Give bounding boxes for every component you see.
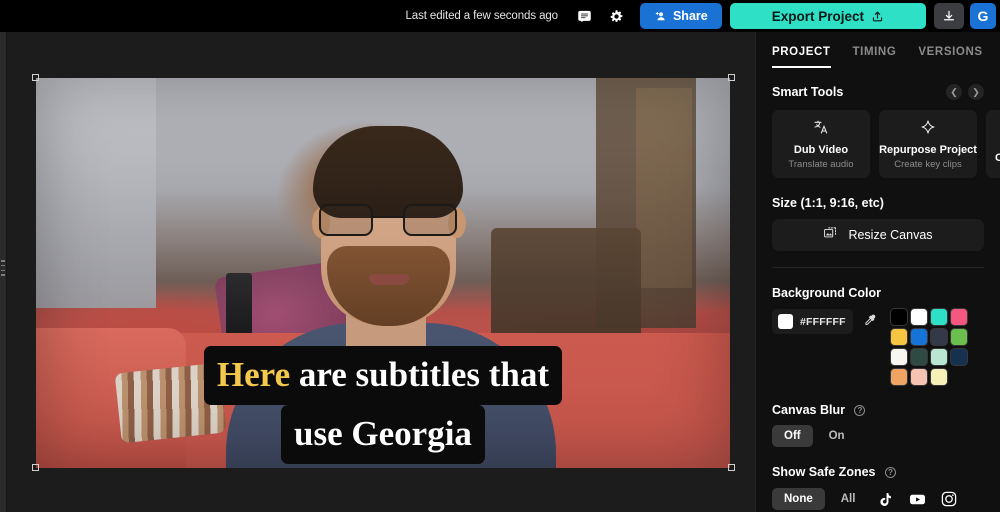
size-section: Size (1:1, 9:16, etc) Resize Canvas xyxy=(756,196,1000,268)
panel-body: Smart Tools ❮ ❯ Dub Video Translate audi… xyxy=(756,68,1000,512)
chevron-right-icon[interactable]: ❯ xyxy=(968,84,984,100)
color-swatch-grid[interactable] xyxy=(891,309,967,385)
color-swatch-12[interactable] xyxy=(891,369,907,385)
subtitle-line-1[interactable]: Here are subtitles that xyxy=(203,346,563,405)
add-person-icon xyxy=(655,11,665,20)
color-swatch-10[interactable] xyxy=(931,349,947,365)
smart-tool-dub-video[interactable]: Dub Video Translate audio xyxy=(772,110,870,178)
download-button[interactable] xyxy=(934,3,964,29)
translate-icon xyxy=(813,119,829,138)
canvas-area[interactable]: Here are subtitles that use Georgia xyxy=(7,32,755,512)
resize-canvas-icon xyxy=(823,226,838,244)
hex-color-value: #FFFFFF xyxy=(800,315,846,328)
color-swatch-4[interactable] xyxy=(891,329,907,345)
safe-zones-none[interactable]: None xyxy=(772,488,825,510)
export-project-button[interactable]: Export Project xyxy=(729,3,926,29)
avatar-initial: G xyxy=(977,8,989,24)
background-color-label: Background Color xyxy=(772,286,882,300)
tab-timing[interactable]: TIMING xyxy=(853,46,897,68)
size-label: Size (1:1, 9:16, etc) xyxy=(772,196,884,210)
safe-zones-section: Show Safe Zones ? None All xyxy=(756,465,1000,511)
color-swatch-1[interactable] xyxy=(911,309,927,325)
resize-canvas-label: Resize Canvas xyxy=(848,228,933,242)
smart-tools-carousel[interactable]: Dub Video Translate audio Repurpose Proj… xyxy=(772,110,1000,178)
subtitle-highlight-word: Here xyxy=(216,355,291,394)
safe-zones-label: Show Safe Zones xyxy=(772,465,876,479)
left-rail xyxy=(0,32,7,512)
color-swatch-13[interactable] xyxy=(911,369,927,385)
gear-icon[interactable] xyxy=(604,3,630,29)
color-swatch-5[interactable] xyxy=(911,329,927,345)
export-label: Export Project xyxy=(771,8,864,24)
color-chip xyxy=(778,314,793,329)
subtitle-overlay[interactable]: Here are subtitles that use Georgia xyxy=(36,346,730,464)
canvas-blur-section: Canvas Blur ? Off On xyxy=(756,403,1000,447)
sparkle-icon xyxy=(920,119,936,138)
canvas-blur-on[interactable]: On xyxy=(817,425,857,447)
smart-tools-nav: ❮ ❯ xyxy=(946,84,984,100)
resize-canvas-button[interactable]: Resize Canvas xyxy=(772,219,984,251)
canvas-blur-off[interactable]: Off xyxy=(772,425,813,447)
editor-app: Last edited a few seconds ago Share Expo… xyxy=(0,0,1000,512)
canvas-handle-bottom-left[interactable] xyxy=(32,464,39,471)
safe-zones-all[interactable]: All xyxy=(829,488,868,510)
color-swatch-3[interactable] xyxy=(951,309,967,325)
download-icon xyxy=(944,10,954,21)
comment-icon[interactable] xyxy=(572,3,598,29)
smart-tools-title: Smart Tools xyxy=(772,85,844,99)
section-divider xyxy=(772,267,984,268)
youtube-icon[interactable] xyxy=(903,487,931,511)
subtitle-line-1-rest: are subtitles that xyxy=(290,355,550,394)
smart-tool-title: Dub Video xyxy=(793,143,849,156)
canvas-handle-top-right[interactable] xyxy=(728,74,735,81)
smart-tool-title: O xyxy=(995,152,1000,164)
smart-tool-partial[interactable]: O xyxy=(986,110,1000,178)
smart-tool-subtitle: Translate audio xyxy=(788,158,854,170)
smart-tool-subtitle: Create key clips xyxy=(894,158,962,170)
help-icon[interactable]: ? xyxy=(884,467,896,478)
tiktok-icon[interactable] xyxy=(871,487,899,511)
color-swatch-0[interactable] xyxy=(891,309,907,325)
canvas-handle-bottom-right[interactable] xyxy=(728,464,735,471)
color-swatch-8[interactable] xyxy=(891,349,907,365)
subtitle-line-2[interactable]: use Georgia xyxy=(281,405,485,464)
color-swatch-14[interactable] xyxy=(931,369,947,385)
panel-tabs: PROJECT TIMING VERSIONS xyxy=(756,32,1000,68)
export-upload-icon xyxy=(872,10,883,21)
video-preview[interactable]: Here are subtitles that use Georgia xyxy=(36,78,730,468)
avatar[interactable]: G xyxy=(970,3,996,29)
canvas-blur-toggle: Off On xyxy=(772,425,984,447)
top-bar: Last edited a few seconds ago Share Expo… xyxy=(0,0,1000,32)
instagram-icon[interactable] xyxy=(935,487,963,511)
hex-color-input[interactable]: #FFFFFF xyxy=(772,309,853,334)
eyedropper-icon[interactable] xyxy=(863,309,877,330)
smart-tool-repurpose-project[interactable]: Repurpose Project Create key clips xyxy=(879,110,977,178)
last-edited-status: Last edited a few seconds ago xyxy=(405,10,559,22)
background-color-section: Background Color #FFFFFF xyxy=(756,286,1000,385)
canvas-handle-top-left[interactable] xyxy=(32,74,39,81)
tab-versions[interactable]: VERSIONS xyxy=(918,46,982,68)
color-swatch-11[interactable] xyxy=(951,349,967,365)
smart-tools-section: Smart Tools ❮ ❯ xyxy=(756,84,1000,100)
share-label: Share xyxy=(672,9,708,23)
color-swatch-6[interactable] xyxy=(931,329,947,345)
panel-resize-handle[interactable] xyxy=(1,260,5,276)
color-swatch-7[interactable] xyxy=(951,329,967,345)
canvas-blur-label: Canvas Blur xyxy=(772,403,845,417)
safe-zones-toggle: None All xyxy=(772,487,984,511)
smart-tool-title: Repurpose Project xyxy=(879,143,977,156)
color-swatch-9[interactable] xyxy=(911,349,927,365)
help-icon[interactable]: ? xyxy=(854,405,866,416)
tab-project[interactable]: PROJECT xyxy=(772,46,831,68)
chevron-left-icon[interactable]: ❮ xyxy=(946,84,962,100)
share-button[interactable]: Share xyxy=(639,3,722,29)
right-panel: PROJECT TIMING VERSIONS Smart Tools ❮ ❯ xyxy=(755,32,1000,512)
color-swatch-2[interactable] xyxy=(931,309,947,325)
